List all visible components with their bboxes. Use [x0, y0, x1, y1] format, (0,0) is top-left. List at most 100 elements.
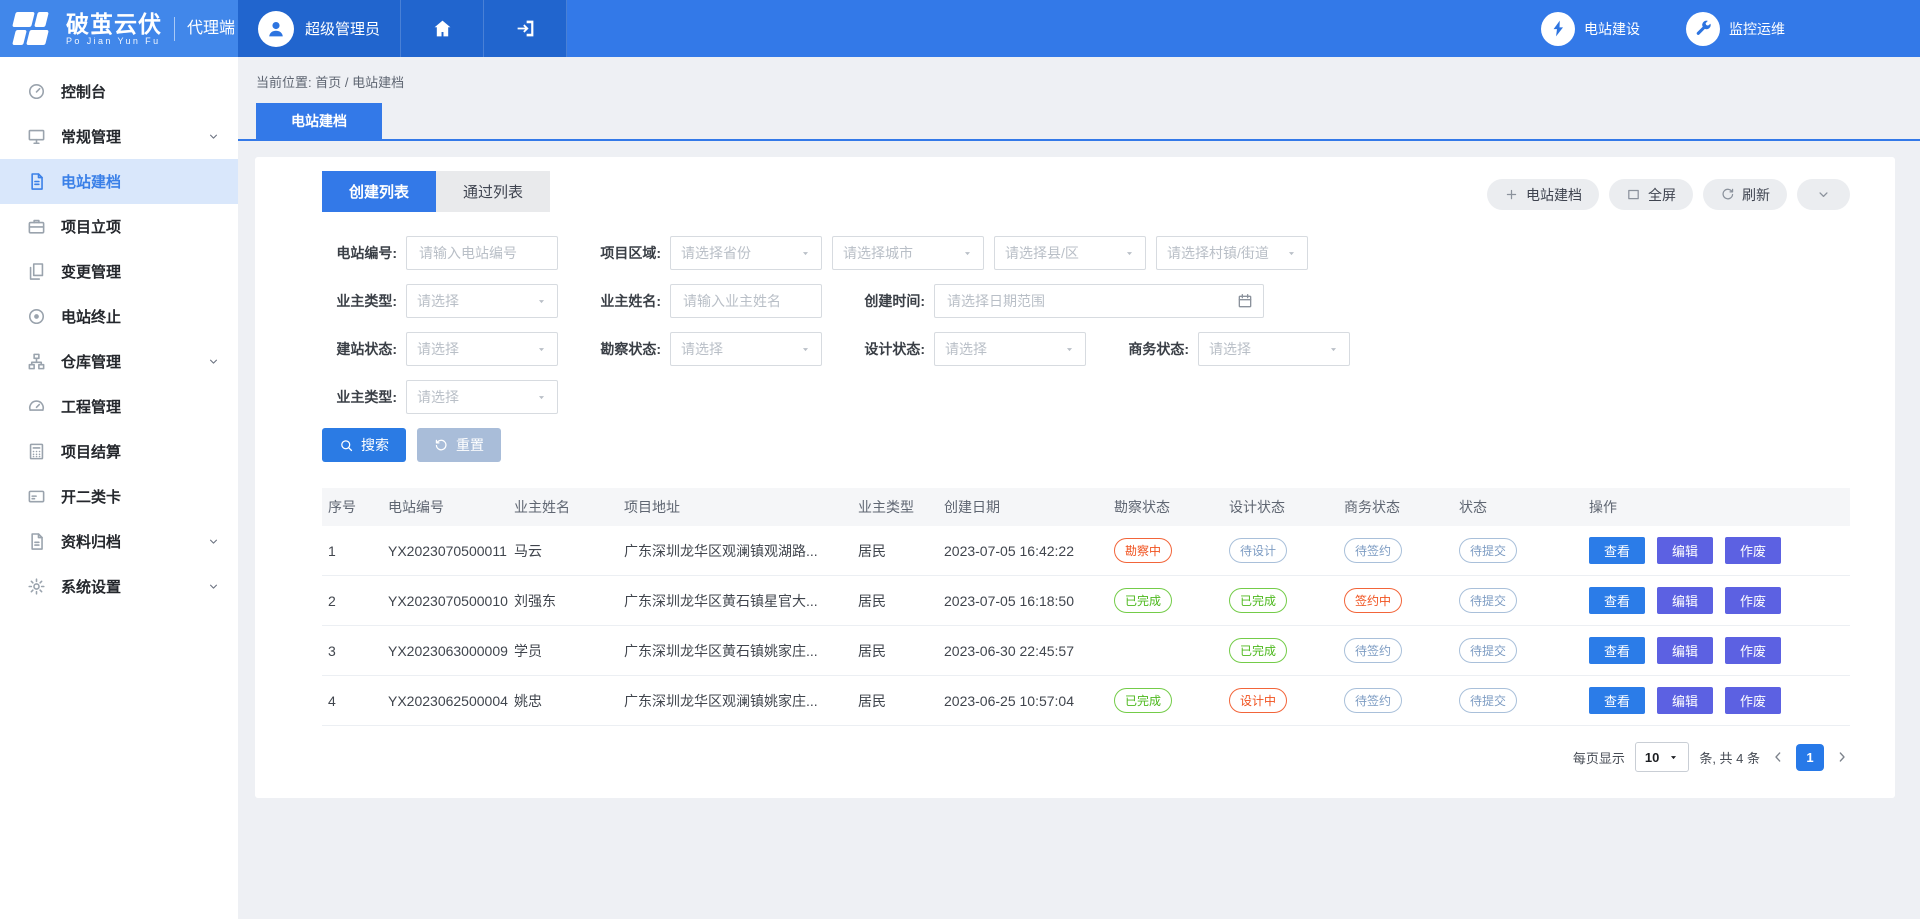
select-placeholder: 请选择城市 [843, 243, 913, 263]
select-placeholder: 请选择村镇/街道 [1167, 243, 1269, 263]
edit-button[interactable]: 编辑 [1657, 587, 1713, 614]
select-placeholder: 请选择县/区 [1005, 243, 1079, 263]
wrench-icon [1694, 19, 1713, 38]
logout-button[interactable] [484, 0, 567, 57]
void-button[interactable]: 作废 [1725, 537, 1781, 564]
sidebar-item-system-settings[interactable]: 系统设置 [0, 564, 238, 609]
view-button[interactable]: 查看 [1589, 537, 1645, 564]
view-button[interactable]: 查看 [1589, 637, 1645, 664]
caret-down-icon [962, 248, 973, 259]
table-row: 1YX2023070500011马云广东深圳龙华区观澜镇观湖路...居民2023… [322, 526, 1850, 576]
sidebar-item-general-mgmt[interactable]: 常规管理 [0, 114, 238, 159]
filter-field-owner-type-2: 业主类型:请选择 [322, 380, 558, 414]
date-range-input[interactable] [945, 292, 1237, 310]
toolbar-create-button[interactable]: 电站建档 [1487, 179, 1599, 210]
prev-page-icon[interactable] [1770, 749, 1786, 765]
design-status-badge: 待设计 [1229, 538, 1287, 563]
design-status-label: 设计状态: [850, 339, 925, 359]
owner-name-input[interactable] [681, 292, 811, 310]
filter-row: 电站编号:项目区域:请选择省份请选择城市请选择县/区请选择村镇/街道 [322, 236, 1850, 270]
edit-button[interactable]: 编辑 [1657, 537, 1713, 564]
cell-owner-name: 姚忠 [508, 676, 618, 726]
cell-survey-status-badge: 已完成 [1108, 676, 1223, 726]
brand-subtitle: Po Jian Yun Fu [66, 36, 162, 46]
caret-down-icon [536, 296, 547, 307]
caret-down-icon [1064, 344, 1075, 355]
column-header-station-code: 电站编号 [382, 488, 508, 526]
toolbar-refresh-button[interactable]: 刷新 [1703, 179, 1787, 210]
sidebar-item-engineering-mgmt[interactable]: 工程管理 [0, 384, 238, 429]
cell-business-status-badge: 待签约 [1338, 526, 1453, 576]
user-menu[interactable]: 超级管理员 [238, 0, 401, 57]
next-page-icon[interactable] [1834, 749, 1850, 765]
page-tab-station-filing[interactable]: 电站建档 [256, 103, 382, 139]
caret-down-icon [536, 344, 547, 355]
filter-field-business-status: 商务状态:请选择 [1114, 332, 1350, 366]
dashboard-icon [27, 82, 46, 101]
column-header-owner-type: 业主类型 [852, 488, 938, 526]
build-status-select[interactable]: 请选择 [406, 332, 558, 366]
cell-project-address: 广东深圳龙华区黄石镇姚家庄... [618, 626, 852, 676]
avatar [258, 11, 294, 47]
view-button[interactable]: 查看 [1589, 687, 1645, 714]
sidebar-item-change-mgmt[interactable]: 变更管理 [0, 249, 238, 294]
cell-station-code: YX2023070500011 [382, 526, 508, 576]
void-button[interactable]: 作废 [1725, 637, 1781, 664]
per-page-select[interactable]: 10 [1635, 742, 1689, 772]
toolbar-fullscreen-button[interactable]: 全屏 [1609, 179, 1693, 210]
sidebar-item-data-archive[interactable]: 资料归档 [0, 519, 238, 564]
design-status-select[interactable]: 请选择 [934, 332, 1086, 366]
sidebar-item-warehouse-mgmt[interactable]: 仓库管理 [0, 339, 238, 384]
sidebar-item-station-filing[interactable]: 电站建档 [0, 159, 238, 204]
survey-status-label: 勘察状态: [586, 339, 661, 359]
sidebar: 控制台常规管理电站建档项目立项变更管理电站终止仓库管理工程管理项目结算开二类卡资… [0, 57, 238, 919]
sidebar-item-project-settlement[interactable]: 项目结算 [0, 429, 238, 474]
province-select[interactable]: 请选择省份 [670, 236, 822, 270]
shortcut-station-build[interactable]: 电站建设 [1541, 12, 1640, 46]
survey-status-select[interactable]: 请选择 [670, 332, 822, 366]
column-header-survey-status: 勘察状态 [1108, 488, 1223, 526]
sidebar-item-console[interactable]: 控制台 [0, 69, 238, 114]
search-icon [339, 438, 354, 453]
calculator-icon [27, 442, 46, 461]
business-status-select[interactable]: 请选择 [1198, 332, 1350, 366]
column-header-created-date: 创建日期 [938, 488, 1108, 526]
chevron-down-icon [207, 130, 220, 143]
city-select[interactable]: 请选择城市 [832, 236, 984, 270]
cell-owner-name: 刘强东 [508, 576, 618, 626]
owner-type-select[interactable]: 请选择 [406, 284, 558, 318]
toolbar-button-label: 刷新 [1742, 185, 1770, 205]
void-button[interactable]: 作废 [1725, 687, 1781, 714]
owner-type-2-select[interactable]: 请选择 [406, 380, 558, 414]
district-select[interactable]: 请选择县/区 [994, 236, 1146, 270]
village-select[interactable]: 请选择村镇/街道 [1156, 236, 1308, 270]
sidebar-item-station-termination[interactable]: 电站终止 [0, 294, 238, 339]
station-code-input[interactable] [417, 244, 547, 262]
cell-station-code: YX2023070500010 [382, 576, 508, 626]
breadcrumb-prefix: 当前位置: [256, 75, 312, 90]
sidebar-item-project-setup[interactable]: 项目立项 [0, 204, 238, 249]
filter-row: 业主类型:请选择 [322, 380, 1850, 414]
breadcrumb-home-link[interactable]: 首页 [315, 75, 341, 90]
view-button[interactable]: 查看 [1589, 587, 1645, 614]
cell-owner-type: 居民 [852, 526, 938, 576]
sidebar-item-label: 项目立项 [61, 216, 121, 237]
shortcut-monitor-ops[interactable]: 监控运维 [1686, 12, 1785, 46]
reset-button[interactable]: 重置 [417, 428, 501, 462]
search-button-label: 搜索 [361, 435, 389, 455]
calendar-icon[interactable] [1237, 293, 1253, 309]
sidebar-item-second-type-card[interactable]: 开二类卡 [0, 474, 238, 519]
home-button[interactable] [401, 0, 484, 57]
date-range-input-wrap [934, 284, 1264, 318]
void-button[interactable]: 作废 [1725, 587, 1781, 614]
toolbar-more-button[interactable] [1797, 179, 1850, 210]
tab-passed-list[interactable]: 通过列表 [436, 171, 550, 212]
filter-field-survey-status: 勘察状态: 请选择 [586, 332, 822, 366]
business-status-badge: 待签约 [1344, 538, 1402, 563]
tab-create-list[interactable]: 创建列表 [322, 171, 436, 212]
page-number-1[interactable]: 1 [1796, 744, 1824, 771]
edit-button[interactable]: 编辑 [1657, 637, 1713, 664]
edit-button[interactable]: 编辑 [1657, 687, 1713, 714]
business-status-badge: 待签约 [1344, 688, 1402, 713]
search-button[interactable]: 搜索 [322, 428, 406, 462]
